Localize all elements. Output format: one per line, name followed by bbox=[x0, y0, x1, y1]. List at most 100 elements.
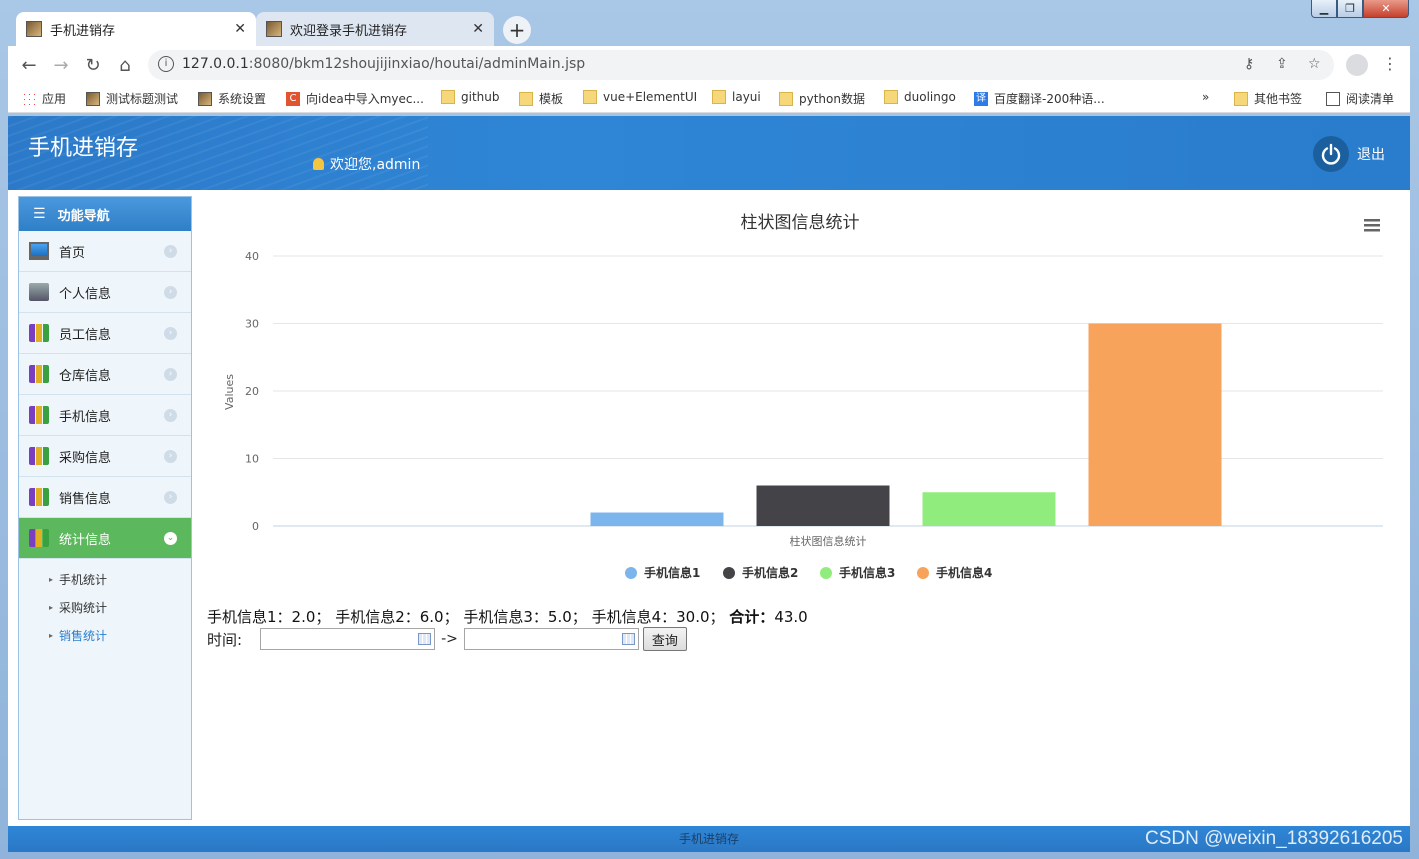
folder-icon bbox=[884, 90, 898, 104]
star-icon[interactable]: ☆ bbox=[1308, 56, 1321, 72]
folder-icon bbox=[712, 90, 726, 104]
bookmark-item[interactable]: 译百度翻译-200种语... bbox=[974, 90, 1105, 107]
y-tick-label: 20 bbox=[245, 385, 259, 398]
bookmark-item[interactable]: 模板 bbox=[519, 90, 563, 107]
more-bookmarks-button[interactable]: » bbox=[1202, 90, 1209, 104]
legend-item-4[interactable]: 手机信息4 bbox=[917, 565, 992, 580]
y-tick-label: 30 bbox=[245, 318, 259, 331]
browser-toolbar: ← → ↻ ⌂ i 127.0.0.1:8080/bkm12shoujijinx… bbox=[8, 46, 1410, 84]
sidebar-item-purchases[interactable]: 采购信息 › bbox=[19, 436, 191, 477]
address-bar[interactable]: i 127.0.0.1:8080/bkm12shoujijinxiao/hout… bbox=[148, 50, 1334, 80]
back-icon[interactable]: ← bbox=[16, 52, 42, 78]
forward-icon[interactable]: → bbox=[48, 52, 74, 78]
chart-menu-icon[interactable] bbox=[1364, 219, 1380, 232]
subitem-purchase-stats[interactable]: ▸ 采购统计 bbox=[19, 593, 191, 621]
bookmark-item[interactable]: C 向idea中导入myec... bbox=[286, 90, 424, 107]
home-icon[interactable]: ⌂ bbox=[112, 52, 138, 78]
folder-icon bbox=[779, 91, 793, 106]
bar-1[interactable] bbox=[590, 512, 724, 527]
bottles-icon bbox=[29, 529, 49, 547]
sidebar-item-statistics[interactable]: 统计信息 ⌄ bbox=[19, 518, 191, 559]
bar-2[interactable] bbox=[756, 485, 890, 527]
sidebar-item-warehouse[interactable]: 仓库信息 › bbox=[19, 354, 191, 395]
reading-list[interactable]: 阅读清单 bbox=[1326, 90, 1394, 107]
apps-icon bbox=[22, 91, 36, 106]
site-info-icon[interactable]: i bbox=[158, 56, 174, 72]
bookmark-item[interactable]: 测试标题测试 bbox=[86, 90, 178, 107]
folder-icon bbox=[583, 90, 597, 104]
y-tick-label: 10 bbox=[245, 453, 259, 466]
subitem-phone-stats[interactable]: ▸ 手机统计 bbox=[19, 565, 191, 593]
sidebar-item-employees[interactable]: 员工信息 › bbox=[19, 313, 191, 354]
subitem-sales-stats[interactable]: ▸ 销售统计 bbox=[19, 621, 191, 649]
reload-icon[interactable]: ↻ bbox=[80, 52, 106, 78]
sidebar-item-sales[interactable]: 销售信息 › bbox=[19, 477, 191, 518]
sidebar-item-phones[interactable]: 手机信息 › bbox=[19, 395, 191, 436]
tab-active[interactable]: 手机进销存 ✕ bbox=[16, 12, 256, 46]
chevron-right-icon: › bbox=[164, 286, 177, 299]
chevron-right-icon: › bbox=[164, 450, 177, 463]
legend-label: 手机信息2 bbox=[742, 565, 798, 580]
summary-item-4: 手机信息4：30.0； bbox=[591, 608, 725, 626]
sidebar-item-home[interactable]: 首页 › bbox=[19, 231, 191, 272]
browser-menu-icon[interactable]: ⋮ bbox=[1382, 54, 1398, 73]
chevron-right-icon: › bbox=[164, 245, 177, 258]
bottles-icon bbox=[29, 365, 49, 383]
bookmarks-bar: 应用 测试标题测试 系统设置 C 向idea中导入myec... github 模… bbox=[8, 84, 1410, 113]
url-text[interactable]: 127.0.0.1:8080/bkm12shoujijinxiao/houtai… bbox=[182, 56, 585, 72]
bookmark-item[interactable]: vue+ElementUI bbox=[583, 90, 697, 104]
tab-strip: 手机进销存 ✕ 欢迎登录手机进销存 ✕ + bbox=[8, 12, 1410, 46]
app-title: 手机进销存 bbox=[28, 136, 139, 161]
bookmark-item[interactable]: duolingo bbox=[884, 90, 956, 104]
summary-line: 手机信息1：2.0； 手机信息2：6.0； 手机信息3：5.0； 手机信息4：3… bbox=[207, 606, 808, 627]
tab-favicon-icon bbox=[266, 21, 282, 37]
profile-avatar[interactable] bbox=[1346, 54, 1368, 76]
main-content: 柱状图信息统计 0 10 20 30 40 Values 柱状图信息统计 手机信息1 手机… bbox=[203, 196, 1403, 820]
chevron-right-icon: › bbox=[164, 409, 177, 422]
sidebar-header: ☰ 功能导航 bbox=[19, 197, 191, 231]
app-page: 手机进销存 欢迎您,admin 退出 ☰ 功能导航 首页 › 个人信息 › 员工信息… bbox=[8, 116, 1410, 852]
start-date-input[interactable] bbox=[260, 628, 436, 650]
x-axis-label: 柱状图信息统计 bbox=[790, 534, 867, 548]
tab-close-icon[interactable]: ✕ bbox=[234, 21, 246, 37]
total-value: 43.0 bbox=[774, 608, 808, 626]
welcome-text: 欢迎您,admin bbox=[313, 154, 420, 174]
reading-list-icon bbox=[1326, 91, 1340, 106]
calendar-icon[interactable] bbox=[418, 633, 432, 645]
folder-icon bbox=[441, 90, 455, 104]
legend-label: 手机信息1 bbox=[644, 565, 700, 580]
legend-label: 手机信息4 bbox=[936, 565, 992, 580]
bookmark-item[interactable]: github bbox=[441, 90, 499, 104]
tab-inactive[interactable]: 欢迎登录手机进销存 ✕ bbox=[256, 12, 494, 46]
bar-chart: 柱状图信息统计 0 10 20 30 40 Values 柱状图信息统计 手机信息1 手机… bbox=[223, 213, 1383, 580]
new-tab-button[interactable]: + bbox=[503, 16, 531, 44]
legend-item-2[interactable]: 手机信息2 bbox=[723, 565, 798, 580]
bookmark-item[interactable]: layui bbox=[712, 90, 761, 104]
legend-item-1[interactable]: 手机信息1 bbox=[625, 565, 700, 580]
bookmark-item[interactable]: 应用 bbox=[22, 90, 66, 107]
chevron-down-icon: ⌄ bbox=[164, 532, 177, 545]
tab-close-icon[interactable]: ✕ bbox=[472, 21, 484, 37]
chart-title: 柱状图信息统计 bbox=[741, 213, 860, 233]
end-date-input[interactable] bbox=[463, 628, 639, 650]
translate-icon: 译 bbox=[974, 91, 988, 106]
share-icon[interactable]: ⇪ bbox=[1276, 56, 1288, 72]
calendar-icon[interactable] bbox=[621, 633, 635, 645]
time-filter-row: 时间: -> 查询 bbox=[207, 627, 687, 651]
y-tick-label: 0 bbox=[252, 520, 259, 533]
sidebar-item-profile[interactable]: 个人信息 › bbox=[19, 272, 191, 313]
bar-4[interactable] bbox=[1088, 323, 1222, 527]
query-button[interactable]: 查询 bbox=[642, 627, 687, 651]
total-label: 合计： bbox=[729, 608, 775, 626]
legend-item-3[interactable]: 手机信息3 bbox=[820, 565, 895, 580]
triangle-right-icon: ▸ bbox=[49, 602, 54, 612]
bookmark-item[interactable]: 系统设置 bbox=[198, 90, 266, 107]
key-icon[interactable]: ⚷ bbox=[1244, 56, 1254, 72]
bottles-icon bbox=[29, 406, 49, 424]
logout-button[interactable]: 退出 bbox=[1313, 136, 1385, 172]
statistics-submenu: ▸ 手机统计 ▸ 采购统计 ▸ 销售统计 bbox=[19, 559, 191, 655]
bookmark-item[interactable]: python数据 bbox=[779, 90, 865, 107]
other-bookmarks[interactable]: 其他书签 bbox=[1234, 90, 1302, 107]
bar-3[interactable] bbox=[922, 492, 1056, 526]
legend-marker bbox=[625, 567, 637, 579]
